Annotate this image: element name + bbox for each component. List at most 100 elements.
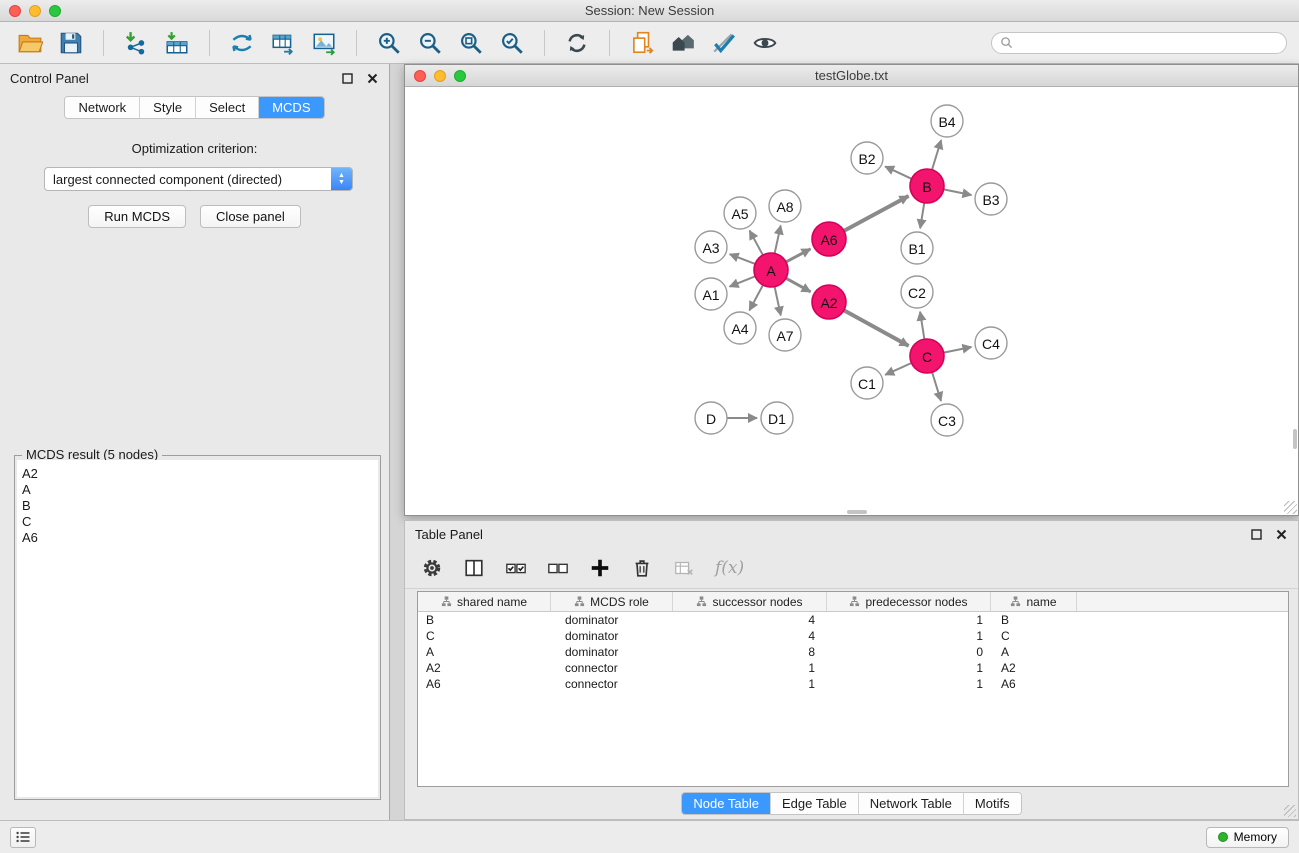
network-canvas[interactable]: AA6A2BCA1A3A4A5A7A8B1B2B3B4C1C2C3C4DD1 xyxy=(405,87,1298,515)
tab-mcds[interactable]: MCDS xyxy=(259,97,323,118)
zoom-out-button[interactable] xyxy=(412,27,448,59)
graph-edge-A-A4[interactable] xyxy=(749,285,763,310)
memory-button[interactable]: Memory xyxy=(1206,827,1289,848)
graph-edge-A-A8[interactable] xyxy=(775,226,781,254)
graph-edge-A6-B[interactable] xyxy=(844,196,909,231)
import-network-button[interactable] xyxy=(118,27,154,59)
network-minimize-button[interactable] xyxy=(434,70,446,82)
graph-edge-A-A2[interactable] xyxy=(786,278,811,292)
criterion-dropdown[interactable]: largest connected component (directed) ▲… xyxy=(44,167,353,191)
tab-node-table[interactable]: Node Table xyxy=(682,793,771,814)
close-button[interactable] xyxy=(9,5,21,17)
vertical-scrollbar[interactable] xyxy=(1293,429,1297,449)
table-close-button[interactable] xyxy=(1275,528,1288,541)
mcds-result-list[interactable]: A2ABCA6 xyxy=(17,460,378,797)
column-header-successor-nodes[interactable]: successor nodes xyxy=(673,592,827,611)
delete-column-button[interactable] xyxy=(631,557,653,579)
graph-node-C4[interactable]: C4 xyxy=(975,327,1007,359)
minimize-button[interactable] xyxy=(29,5,41,17)
open-session-button[interactable] xyxy=(12,27,48,59)
graph-edge-C-C2[interactable] xyxy=(920,312,924,339)
table-row[interactable]: Cdominator41C xyxy=(418,628,1288,644)
graph-edge-C-C3[interactable] xyxy=(932,372,941,401)
graph-node-A3[interactable]: A3 xyxy=(695,231,727,263)
column-header-predecessor-nodes[interactable]: predecessor nodes xyxy=(827,592,991,611)
network-zoom-button[interactable] xyxy=(454,70,466,82)
tab-network[interactable]: Network xyxy=(65,97,140,118)
mcds-result-item[interactable]: B xyxy=(22,498,373,514)
graph-edge-A-A5[interactable] xyxy=(750,231,763,255)
graph-edge-A2-C[interactable] xyxy=(844,310,909,346)
graph-node-D[interactable]: D xyxy=(695,402,727,434)
graph-node-A7[interactable]: A7 xyxy=(769,319,801,351)
float-panel-button[interactable] xyxy=(341,72,354,85)
import-table-button[interactable] xyxy=(159,27,195,59)
tab-network-table[interactable]: Network Table xyxy=(859,793,964,814)
table-row[interactable]: A2connector11A2 xyxy=(418,660,1288,676)
graph-edge-A-A3[interactable] xyxy=(730,254,755,264)
graph-edge-B-B4[interactable] xyxy=(932,140,941,170)
resize-grip[interactable] xyxy=(1284,501,1297,514)
eye-button[interactable] xyxy=(747,27,783,59)
delete-table-button[interactable] xyxy=(673,557,695,579)
mcds-result-item[interactable]: C xyxy=(22,514,373,530)
graph-node-B4[interactable]: B4 xyxy=(931,105,963,137)
graph-edge-C-C1[interactable] xyxy=(885,363,911,375)
search-box[interactable] xyxy=(991,32,1287,54)
graph-node-A[interactable]: A xyxy=(754,253,788,287)
style-check-button[interactable] xyxy=(706,27,742,59)
graph-edge-B-B1[interactable] xyxy=(920,203,924,228)
graph-node-A2[interactable]: A2 xyxy=(812,285,846,319)
function-builder-button[interactable]: f(x) xyxy=(715,558,744,578)
mcds-result-item[interactable]: A2 xyxy=(22,466,373,482)
graph-edge-A-A1[interactable] xyxy=(730,276,756,286)
home-button[interactable] xyxy=(665,27,701,59)
create-column-button[interactable] xyxy=(589,557,611,579)
save-session-button[interactable] xyxy=(53,27,89,59)
horizontal-scrollbar[interactable] xyxy=(847,510,867,514)
zoom-fit-button[interactable] xyxy=(453,27,489,59)
graph-node-A4[interactable]: A4 xyxy=(724,312,756,344)
zoom-in-button[interactable] xyxy=(371,27,407,59)
tab-select[interactable]: Select xyxy=(196,97,259,118)
graph-node-B1[interactable]: B1 xyxy=(901,232,933,264)
graph-node-C2[interactable]: C2 xyxy=(901,276,933,308)
select-all-button[interactable] xyxy=(505,557,527,579)
graph-edge-A-A6[interactable] xyxy=(786,249,810,262)
graph-node-C3[interactable]: C3 xyxy=(931,404,963,436)
column-header-name[interactable]: name xyxy=(991,592,1077,611)
mcds-result-item[interactable]: A xyxy=(22,482,373,498)
graph-edge-B-B2[interactable] xyxy=(885,166,911,178)
table-row[interactable]: Adominator80A xyxy=(418,644,1288,660)
table-settings-button[interactable] xyxy=(421,557,443,579)
export-image-button[interactable] xyxy=(306,27,342,59)
task-history-button[interactable] xyxy=(10,827,36,848)
run-mcds-button[interactable]: Run MCDS xyxy=(88,205,186,228)
graph-edge-A-A7[interactable] xyxy=(775,287,781,316)
table-resize-grip[interactable] xyxy=(1284,805,1296,817)
table-row[interactable]: Bdominator41B xyxy=(418,612,1288,628)
close-panel-button[interactable] xyxy=(366,72,379,85)
graph-node-C1[interactable]: C1 xyxy=(851,367,883,399)
graph-node-A8[interactable]: A8 xyxy=(769,190,801,222)
graph-node-D1[interactable]: D1 xyxy=(761,402,793,434)
zoom-selected-button[interactable] xyxy=(494,27,530,59)
graph-node-A6[interactable]: A6 xyxy=(812,222,846,256)
graph-node-B[interactable]: B xyxy=(910,169,944,203)
mcds-result-item[interactable]: A6 xyxy=(22,530,373,546)
graph-node-B3[interactable]: B3 xyxy=(975,183,1007,215)
tab-edge-table[interactable]: Edge Table xyxy=(771,793,859,814)
graph-node-A5[interactable]: A5 xyxy=(724,197,756,229)
search-input[interactable] xyxy=(1018,36,1278,50)
graph-edge-B-B3[interactable] xyxy=(944,189,972,195)
graph-node-A1[interactable]: A1 xyxy=(695,278,727,310)
network-sync-button[interactable] xyxy=(224,27,260,59)
graph-edge-C-C4[interactable] xyxy=(944,347,972,353)
table-float-button[interactable] xyxy=(1250,528,1263,541)
graph-node-B2[interactable]: B2 xyxy=(851,142,883,174)
table-row[interactable]: A6connector11A6 xyxy=(418,676,1288,692)
network-close-button[interactable] xyxy=(414,70,426,82)
unselect-all-button[interactable] xyxy=(547,557,569,579)
column-header-shared-name[interactable]: shared name xyxy=(418,592,551,611)
zoom-button[interactable] xyxy=(49,5,61,17)
